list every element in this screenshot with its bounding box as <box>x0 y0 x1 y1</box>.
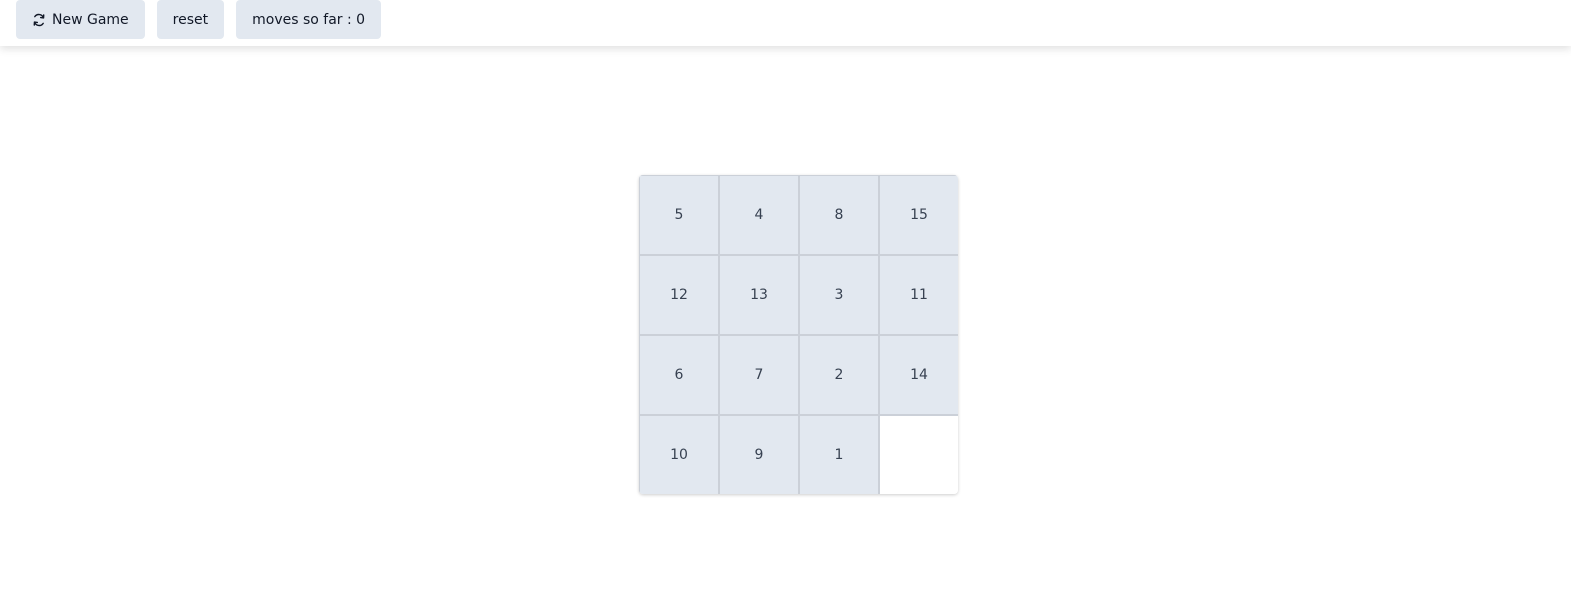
refresh-icon <box>32 13 46 27</box>
puzzle-tile[interactable]: 9 <box>719 415 799 494</box>
puzzle-tile[interactable]: 3 <box>799 255 879 335</box>
puzzle-tile[interactable]: 10 <box>639 415 719 494</box>
puzzle-tile[interactable]: 4 <box>719 175 799 255</box>
puzzle-tile[interactable]: 5 <box>639 175 719 255</box>
puzzle-tile[interactable]: 6 <box>639 335 719 415</box>
reset-button[interactable]: reset <box>156 0 225 39</box>
puzzle-tile[interactable]: 12 <box>639 255 719 335</box>
puzzle-board: 5 4 8 15 12 13 3 11 6 7 2 14 10 9 1 <box>639 175 958 494</box>
puzzle-tile[interactable]: 11 <box>879 255 958 335</box>
puzzle-tile[interactable]: 2 <box>799 335 879 415</box>
puzzle-tile[interactable]: 14 <box>879 335 958 415</box>
toolbar: New Game reset moves so far : 0 <box>0 0 1571 46</box>
puzzle-tile[interactable]: 13 <box>719 255 799 335</box>
new-game-button[interactable]: New Game <box>16 0 145 39</box>
puzzle-tile[interactable]: 15 <box>879 175 958 255</box>
puzzle-tile[interactable]: 1 <box>799 415 879 494</box>
puzzle-tile[interactable]: 7 <box>719 335 799 415</box>
moves-counter: moves so far : 0 <box>236 0 382 39</box>
new-game-label: New Game <box>52 11 129 28</box>
puzzle-tile[interactable]: 8 <box>799 175 879 255</box>
empty-slot <box>879 415 958 494</box>
